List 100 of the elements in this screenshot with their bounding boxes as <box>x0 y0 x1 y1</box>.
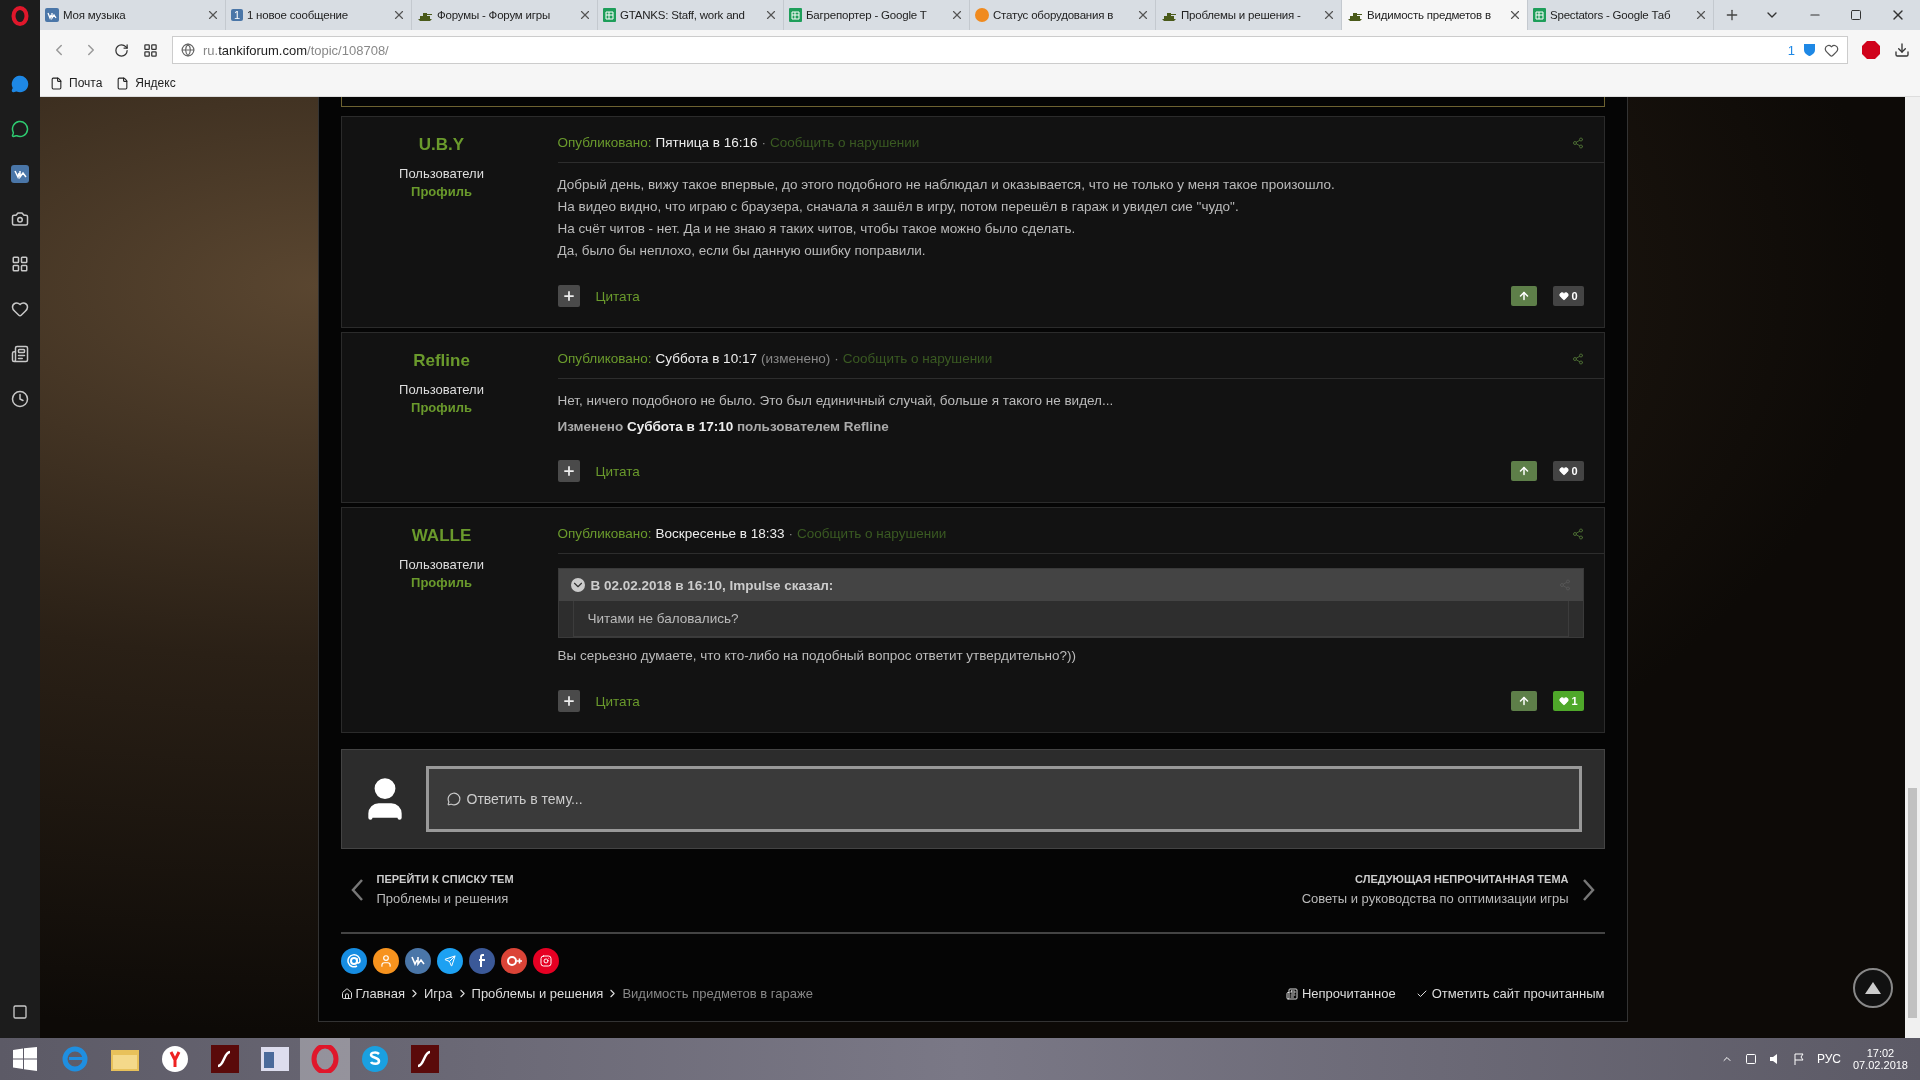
upvote-button[interactable] <box>1511 286 1538 306</box>
grid-icon[interactable] <box>11 255 29 273</box>
heart-icon[interactable] <box>11 300 29 318</box>
clock[interactable]: 17:02 07.02.2018 <box>1852 1047 1908 1071</box>
history-icon[interactable] <box>11 390 29 408</box>
bookmark-item[interactable]: Яндекс <box>116 76 176 90</box>
messenger-icon[interactable] <box>11 75 29 93</box>
mark-read-link[interactable]: Отметить сайт прочитанным <box>1415 986 1605 1001</box>
globe-icon <box>181 43 195 57</box>
unread-link[interactable]: Непрочитанное <box>1285 986 1396 1001</box>
profile-link[interactable]: Профиль <box>411 184 472 199</box>
author-name[interactable]: Refline <box>413 351 470 371</box>
page-icon <box>50 76 63 90</box>
post-date: Пятница в 16:16 <box>655 135 758 150</box>
close-icon[interactable] <box>1694 8 1708 22</box>
opera-logo[interactable] <box>11 6 29 26</box>
separator-dot: · <box>788 526 793 541</box>
adblock-icon[interactable] <box>1862 41 1880 59</box>
share-icon[interactable] <box>1571 527 1584 540</box>
speech-bubble-icon <box>446 792 461 806</box>
like-count[interactable]: 0 <box>1553 286 1584 306</box>
close-icon[interactable] <box>1322 8 1336 22</box>
upvote-button[interactable] <box>1511 691 1538 711</box>
vk-share-icon[interactable] <box>404 948 431 974</box>
page-icon <box>116 76 130 90</box>
flag-icon[interactable] <box>1792 1053 1805 1065</box>
share-icon[interactable] <box>1571 136 1584 149</box>
vk-icon <box>45 8 59 22</box>
user-group: Пользователи <box>399 166 484 181</box>
google-plus-share-icon[interactable] <box>500 948 527 974</box>
reload-icon[interactable] <box>114 42 129 58</box>
window-icon <box>261 1047 289 1071</box>
arrow-up-icon <box>1518 290 1531 302</box>
scrollbar[interactable] <box>1905 97 1920 1038</box>
breadcrumb-link[interactable]: Главная <box>355 986 405 1001</box>
multiquote-button[interactable] <box>557 690 580 712</box>
like-count[interactable]: 0 <box>1553 461 1584 481</box>
previous-topic-link[interactable]: ПЕРЕЙТИ К СПИСКУ ТЕМ Проблемы и решения <box>350 873 514 906</box>
camera-icon[interactable] <box>11 210 29 228</box>
facebook-share-icon[interactable] <box>468 948 495 974</box>
reply-field[interactable]: Ответить в тему... <box>425 766 1582 832</box>
close-icon[interactable] <box>206 8 220 22</box>
separator-dot: · <box>834 351 839 366</box>
chat-icon[interactable] <box>11 120 29 138</box>
address-field[interactable]: ru.tankiforum.com/topic/108708/ 1 <box>172 36 1848 64</box>
site-logo-icon <box>975 8 989 22</box>
profile-link[interactable]: Профиль <box>411 400 472 415</box>
download-icon[interactable] <box>1894 42 1910 58</box>
news-icon[interactable] <box>11 345 29 363</box>
blocked-count: 1 <box>1787 42 1795 58</box>
maximize-icon[interactable] <box>1850 9 1862 21</box>
close-icon[interactable] <box>392 8 406 22</box>
published-label: Опубликовано: <box>557 526 652 541</box>
chevron-left-icon <box>350 878 363 901</box>
newspaper-icon <box>1285 987 1298 1000</box>
close-icon[interactable] <box>1136 8 1150 22</box>
author-name[interactable]: U.B.Y <box>418 135 465 155</box>
quote-link[interactable]: Цитата <box>595 693 640 709</box>
browser-tab[interactable]: Видимость предметов в <box>1342 0 1528 30</box>
upvote-button[interactable] <box>1511 461 1538 481</box>
spreadsheet-icon <box>789 8 802 22</box>
vk-icon[interactable] <box>11 165 29 183</box>
speed-dial-icon[interactable] <box>143 42 158 58</box>
profile-link[interactable]: Профиль <box>411 575 472 590</box>
post-text: Да, было бы неплохо, если бы данную ошибку поправили. <box>557 243 927 259</box>
close-icon[interactable] <box>578 8 592 22</box>
heart-icon <box>1559 696 1570 706</box>
quote-link[interactable]: Цитата <box>595 288 640 304</box>
mail-share-icon[interactable] <box>340 948 367 974</box>
post-text: На видео видно, что играю с браузера, сначала я зашёл в игру, потом перешёл в гараж и увидел сие "чудо". <box>557 199 1240 215</box>
yandex-browser-icon <box>161 1045 189 1073</box>
post-date: Воскресенье в 18:33 <box>655 526 785 541</box>
close-icon[interactable] <box>764 8 778 22</box>
breadcrumb-link[interactable]: Проблемы и решения <box>471 986 604 1001</box>
user-group: Пользователи <box>399 557 484 572</box>
scroll-to-top-button[interactable] <box>1853 968 1893 1008</box>
close-icon[interactable] <box>1508 8 1522 22</box>
collapse-icon[interactable] <box>570 578 585 592</box>
breadcrumb-link[interactable]: Игра <box>424 986 453 1001</box>
new-tab-icon[interactable] <box>1724 7 1740 23</box>
share-icon[interactable] <box>1571 352 1584 365</box>
bookmark-heart-icon[interactable] <box>1824 42 1839 58</box>
post-text: На счёт читов - нет. Да и не знаю я таких читов, чтобы такое можно было сделать. <box>557 221 1077 237</box>
multiquote-button[interactable] <box>557 285 580 307</box>
plus-icon <box>561 694 576 708</box>
bookmark-item[interactable]: Почта <box>50 76 103 90</box>
quote-header: В 02.02.2018 в 16:10, Impulse сказал: <box>590 577 834 593</box>
quote-link[interactable]: Цитата <box>595 463 640 479</box>
shield-icon[interactable] <box>1803 43 1816 57</box>
plus-icon <box>561 464 576 478</box>
skype-icon <box>361 1045 389 1073</box>
next-topic-link[interactable]: СЛЕДУЮЩАЯ НЕПРОЧИТАННАЯ ТЕМА Советы и руководства по оптимизации игры <box>1301 873 1595 906</box>
post-date: Суббота в 10:17 <box>655 351 757 366</box>
arrow-up-icon <box>1518 695 1531 707</box>
multiquote-button[interactable] <box>557 460 580 482</box>
edit-note: Изменено Суббота в 17:10 пользователем Refline <box>557 419 890 434</box>
browser-e-icon <box>61 1045 89 1073</box>
language-indicator[interactable]: РУС <box>1816 1052 1841 1066</box>
author-name[interactable]: WALLE <box>411 526 472 546</box>
close-icon[interactable] <box>950 8 964 22</box>
